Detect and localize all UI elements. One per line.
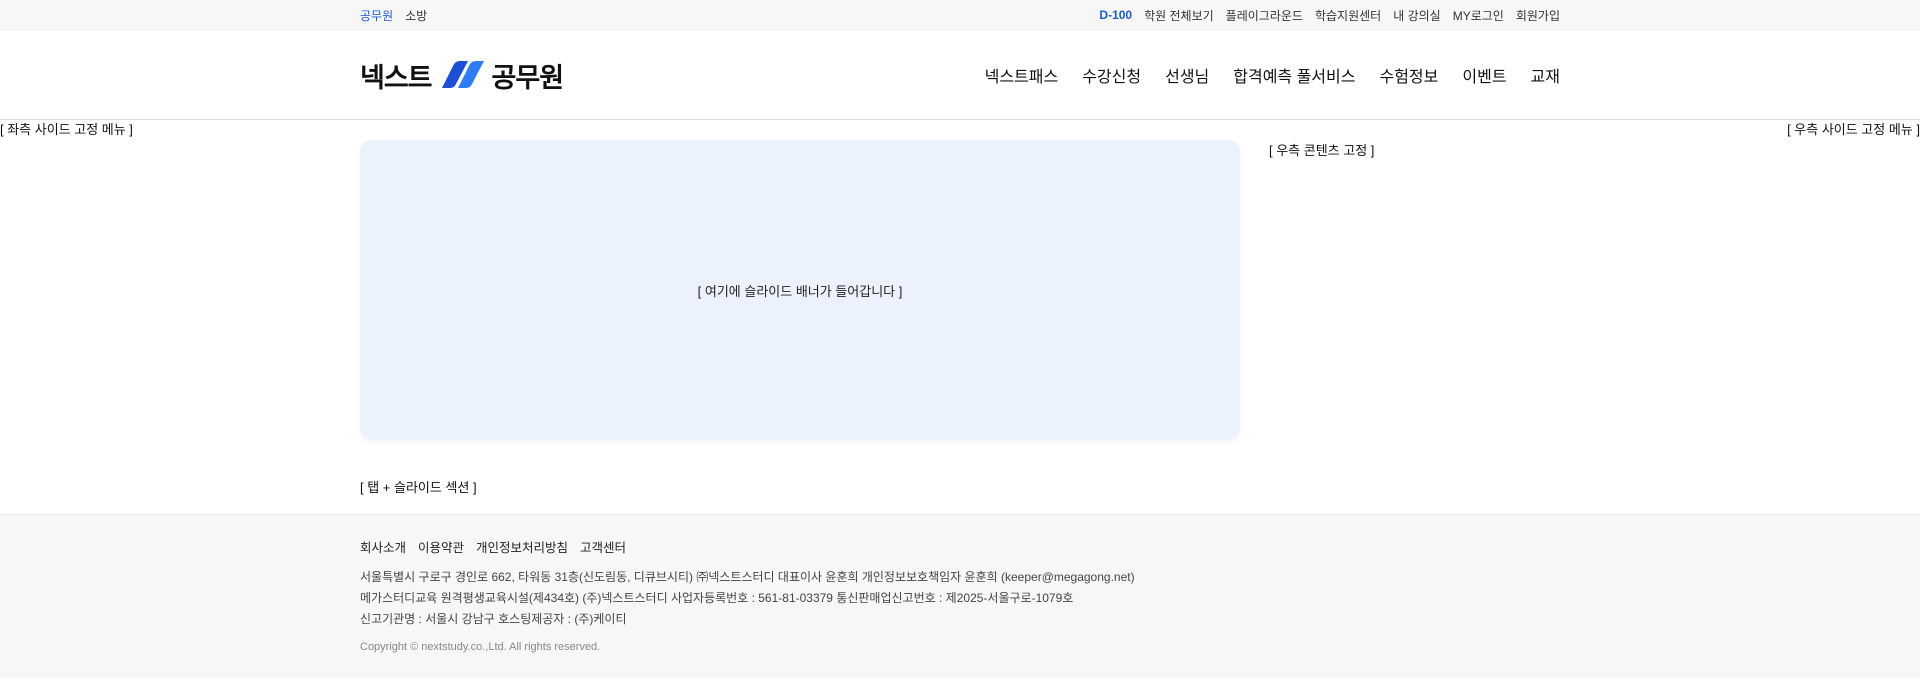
copyright: Copyright © nextstudy.co.,Ltd. All right… (360, 641, 601, 653)
footer-link-privacy[interactable]: 개인정보처리방침 (476, 537, 568, 556)
company-info-line: 신고기관명 : 서울시 강남구 호스팅제공자 : (주)케이티 (360, 612, 627, 626)
tab-slide-section: [ 탭 + 슬라이드 섹션 ] (360, 480, 477, 495)
site-header: 넥스트 공무원 넥스트패스 수강신청 선생님 합격예측 풀서비스 수험정보 이벤… (0, 30, 1920, 120)
link-signup[interactable]: 회원가입 (1516, 7, 1560, 24)
nav-next-pass[interactable]: 넥스트패스 (985, 63, 1059, 87)
nav-exam-info[interactable]: 수험정보 (1379, 63, 1438, 87)
link-playground[interactable]: 플레이그라운드 (1226, 7, 1303, 24)
slide-banner[interactable]: [ 여기에 슬라이드 배너가 들어갑니다 ] (360, 140, 1240, 440)
site-switcher: 공무원 소방 (360, 7, 427, 24)
footer-link-terms[interactable]: 이용약관 (418, 537, 464, 556)
link-my-classroom[interactable]: 내 강의실 (1393, 7, 1441, 24)
nav-teachers[interactable]: 선생님 (1165, 63, 1209, 87)
company-info-line: 메가스터디교육 원격평생교육시설(제434호) (주)넥스트스터디 사업자등록번… (360, 591, 1074, 605)
main-content: [ 여기에 슬라이드 배너가 들어갑니다 ] [ 우측 콘텐츠 고정 ] [ 탭… (0, 120, 1920, 515)
nav-textbooks[interactable]: 교재 (1531, 63, 1560, 87)
right-side-fixed-menu: [ 우측 사이드 고정 메뉴 ] (1787, 122, 1920, 137)
nav-enrollment[interactable]: 수강신청 (1082, 63, 1141, 87)
site-link-fire[interactable]: 소방 (405, 7, 427, 24)
footer-link-company[interactable]: 회사소개 (360, 537, 406, 556)
logo-mark-icon (441, 61, 484, 88)
dday-badge: D-100 (1099, 8, 1133, 22)
footer-link-support[interactable]: 고객센터 (580, 537, 626, 556)
site-footer: 회사소개 이용약관 개인정보처리방침 고객센터 서울특별시 구로구 경인로 66… (0, 514, 1920, 678)
company-info-line: 서울특별시 구로구 경인로 662, 타워동 31층(신도림동, 디큐브시티) … (360, 570, 1135, 584)
nav-events[interactable]: 이벤트 (1462, 63, 1506, 87)
footer-links: 회사소개 이용약관 개인정보처리방침 고객센터 (360, 537, 1560, 556)
company-info: 서울특별시 구로구 경인로 662, 타워동 31층(신도림동, 디큐브시티) … (360, 567, 1560, 630)
main-nav: 넥스트패스 수강신청 선생님 합격예측 풀서비스 수험정보 이벤트 교재 (985, 63, 1560, 87)
logo-text-gongmuwon: 공무원 (491, 62, 565, 93)
utility-links: D-100 학원 전체보기 플레이그라운드 학습지원센터 내 강의실 MY로그인… (1099, 7, 1560, 24)
utility-bar: 공무원 소방 D-100 학원 전체보기 플레이그라운드 학습지원센터 내 강의… (0, 0, 1920, 30)
left-side-fixed-menu: [ 좌측 사이드 고정 메뉴 ] (0, 122, 133, 137)
right-fixed-content: [ 우측 콘텐츠 고정 ] (1269, 143, 1375, 158)
slide-banner-placeholder: [ 여기에 슬라이드 배너가 들어갑니다 ] (697, 283, 903, 299)
link-my-login[interactable]: MY로그인 (1453, 7, 1504, 24)
nav-pass-prediction[interactable]: 합격예측 풀서비스 (1233, 63, 1355, 87)
link-learning-center[interactable]: 학습지원센터 (1315, 7, 1381, 24)
logo-text-next: 넥스트 (360, 62, 433, 93)
site-link-civil-service[interactable]: 공무원 (360, 7, 393, 24)
site-logo[interactable]: 넥스트 공무원 (360, 56, 565, 95)
link-all-academy[interactable]: 학원 전체보기 (1144, 7, 1214, 24)
